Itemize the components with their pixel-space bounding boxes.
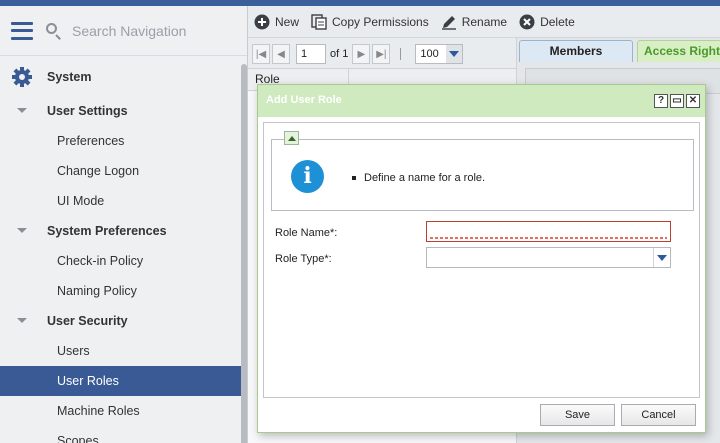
sidebar-search-bar: Search Navigation [0,6,247,56]
dialog-footer: Save Cancel [258,402,705,432]
info-icon: i [291,160,324,193]
role-type-label: Role Type*: [275,253,332,265]
nav-group-user-settings[interactable]: User Settings [0,96,247,126]
copy-permissions-label: Copy Permissions [332,14,429,29]
last-page-icon[interactable]: ▶| [372,44,391,64]
help-icon[interactable]: ? [654,94,668,108]
toolbar: New Copy Permissions Rename Delete [248,6,720,38]
tab-members[interactable]: Members [519,40,633,62]
prev-page-icon[interactable]: ◀ [272,44,290,64]
nav-group-user-security[interactable]: User Security [0,306,247,336]
search-input[interactable]: Search Navigation [72,23,186,39]
hamburger-menu-icon[interactable] [11,21,33,40]
chevron-up-icon [287,135,296,141]
nav-item-naming-policy[interactable]: Naming Policy [0,276,247,306]
chevron-down-icon[interactable] [446,45,463,63]
navigation-tree: System User Settings Preferences Change … [0,58,247,443]
rename-button-label: Rename [461,14,508,29]
dialog-title-bar[interactable]: Add User Role ? ▭ ✕ [258,85,705,117]
nav-item-check-in-policy[interactable]: Check-in Policy [0,246,247,276]
delete-button-label: Delete [540,14,575,29]
delete-button[interactable]: Delete [519,14,575,30]
save-button[interactable]: Save [540,404,615,426]
nav-section-system[interactable]: System [0,58,247,96]
chevron-down-icon[interactable] [17,318,27,323]
search-icon [45,22,63,40]
nav-item-machine-roles[interactable]: Machine Roles [0,396,247,426]
role-name-input[interactable] [426,221,671,242]
new-button-label: New [275,14,300,29]
close-icon[interactable]: ✕ [686,94,700,108]
page-size-select[interactable]: 100 [415,44,464,64]
add-user-role-dialog: Add User Role ? ▭ ✕ i Define a name for … [257,84,706,433]
new-button[interactable]: New [254,14,299,30]
nav-item-users[interactable]: Users [0,336,247,366]
pencil-icon [441,14,457,30]
nav-group-label: User Settings [47,104,128,118]
dialog-body: i Define a name for a role. Role Name*: … [263,122,700,398]
info-panel: i Define a name for a role. [271,139,694,211]
role-type-select[interactable] [426,247,671,268]
gear-icon [11,66,33,88]
next-page-icon[interactable]: ▶ [352,44,371,64]
copy-permissions-button[interactable]: Copy Permissions [311,13,429,30]
collapse-info-button[interactable] [284,131,299,145]
rename-button[interactable]: Rename [441,14,507,30]
cancel-button[interactable]: Cancel [621,404,696,426]
copy-icon [311,13,327,30]
pager: |◀ ◀ 1 of 1 ▶ ▶| 100 [252,42,514,66]
nav-item-change-logon[interactable]: Change Logon [0,156,247,186]
role-name-label: Role Name*: [275,227,338,239]
nav-group-system-preferences[interactable]: System Preferences [0,216,247,246]
sidebar: Search Navigation System User Settings P… [0,6,248,443]
nav-group-label: User Security [47,314,128,328]
dialog-title: Add User Role [266,94,342,106]
sidebar-scrollbar[interactable] [241,64,247,443]
page-count: of 1 [330,48,349,60]
nav-group-label: System Preferences [47,224,167,238]
chevron-down-icon[interactable] [653,248,670,267]
nav-item-user-roles[interactable]: User Roles [0,366,247,396]
plus-circle-icon [254,14,270,30]
chevron-down-icon[interactable] [17,228,27,233]
tab-access-rights[interactable]: Access Right [637,40,720,62]
nav-item-ui-mode[interactable]: UI Mode [0,186,247,216]
nav-item-preferences[interactable]: Preferences [0,126,247,156]
maximize-icon[interactable]: ▭ [670,94,684,108]
nav-item-scopes[interactable]: Scopes [0,426,247,443]
pager-divider [400,48,402,60]
window-controls: ? ▭ ✕ [652,94,700,108]
chevron-down-icon[interactable] [17,108,27,113]
page-number-input[interactable]: 1 [296,44,326,64]
page-size-value: 100 [420,48,439,60]
first-page-icon[interactable]: |◀ [252,44,270,64]
nav-section-label: System [47,70,92,84]
info-message: Define a name for a role. [352,172,485,184]
close-circle-icon [519,14,535,30]
